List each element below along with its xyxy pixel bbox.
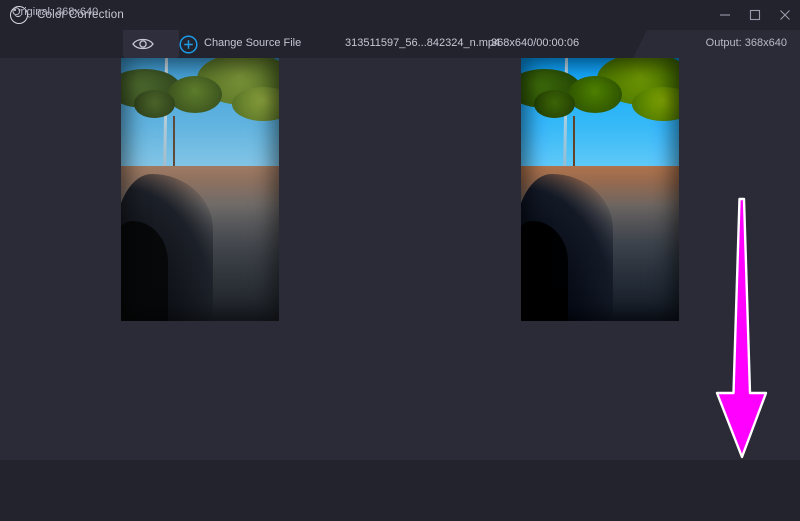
transport-bar: 00:00:05.15/00:00:06.00 bbox=[0, 321, 800, 362]
title-bar: Color Correction bbox=[0, 0, 800, 30]
change-source-file-button[interactable]: Change Source File bbox=[204, 37, 301, 49]
color-correction-window: Color Correction Original: 368x640 bbox=[0, 0, 800, 521]
maximize-button[interactable] bbox=[740, 0, 770, 30]
original-scene bbox=[121, 58, 279, 321]
original-resolution-label: Original: 368x640 bbox=[12, 6, 98, 18]
output-resolution-label: Output: 368x640 bbox=[706, 37, 787, 49]
minimize-button[interactable] bbox=[710, 0, 740, 30]
output-video-preview[interactable] bbox=[521, 58, 679, 321]
output-scene bbox=[521, 58, 679, 321]
vignette bbox=[121, 58, 279, 321]
plus-circle-icon[interactable] bbox=[179, 35, 198, 54]
source-file-meta: 368x640/00:00:06 bbox=[491, 37, 579, 49]
adjustment-panel: Contrast: -14 Brightness: -21 Saturation bbox=[0, 362, 800, 460]
source-file-name: 313511597_56...842324_n.mp4 bbox=[345, 37, 500, 49]
export-footer: Output: 313511597_569..._adjusted.mp4 Ou… bbox=[0, 460, 800, 521]
original-video-preview[interactable] bbox=[121, 58, 279, 321]
eye-icon[interactable] bbox=[131, 36, 155, 52]
preview-stage bbox=[0, 58, 800, 321]
vignette bbox=[521, 58, 679, 321]
window-controls bbox=[710, 0, 800, 30]
close-button[interactable] bbox=[770, 0, 800, 30]
